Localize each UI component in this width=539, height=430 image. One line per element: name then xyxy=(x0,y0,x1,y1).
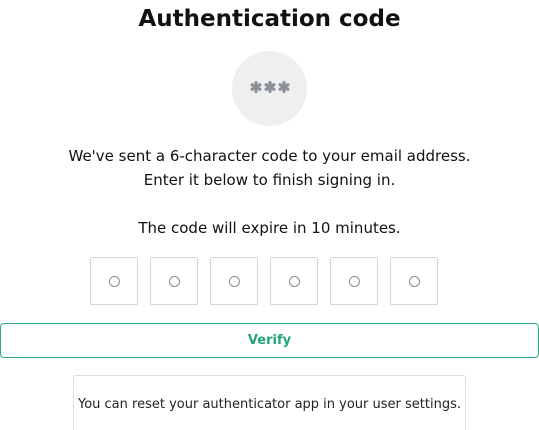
code-digit-3[interactable] xyxy=(210,257,258,305)
authentication-page: Authentication code We've sent a 6-chara… xyxy=(0,0,539,430)
expiry-notice: The code will expire in 10 minutes. xyxy=(138,219,401,237)
instructions-line-2: Enter it below to finish signing in. xyxy=(143,171,396,189)
verify-button[interactable]: Verify xyxy=(0,323,539,358)
code-digit-1[interactable] xyxy=(90,257,138,305)
circle-placeholder-icon xyxy=(288,275,300,287)
reset-notice: You can reset your authenticator app in … xyxy=(73,375,466,430)
verify-button-label: Verify xyxy=(247,333,292,348)
page-title: Authentication code xyxy=(138,6,401,32)
instructions-line-1: We've sent a 6-character code to your em… xyxy=(68,147,471,165)
asterisk-password-icon xyxy=(249,79,291,99)
reset-notice-text: You can reset your authenticator app in … xyxy=(78,396,461,412)
code-input-group xyxy=(90,257,438,305)
circle-placeholder-icon xyxy=(408,275,420,287)
code-digit-2[interactable] xyxy=(150,257,198,305)
code-digit-5[interactable] xyxy=(330,257,378,305)
circle-placeholder-icon xyxy=(168,275,180,287)
password-badge xyxy=(232,51,307,126)
instructions: We've sent a 6-character code to your em… xyxy=(0,144,539,192)
code-digit-4[interactable] xyxy=(270,257,318,305)
code-digit-6[interactable] xyxy=(390,257,438,305)
circle-placeholder-icon xyxy=(228,275,240,287)
circle-placeholder-icon xyxy=(108,275,120,287)
circle-placeholder-icon xyxy=(348,275,360,287)
